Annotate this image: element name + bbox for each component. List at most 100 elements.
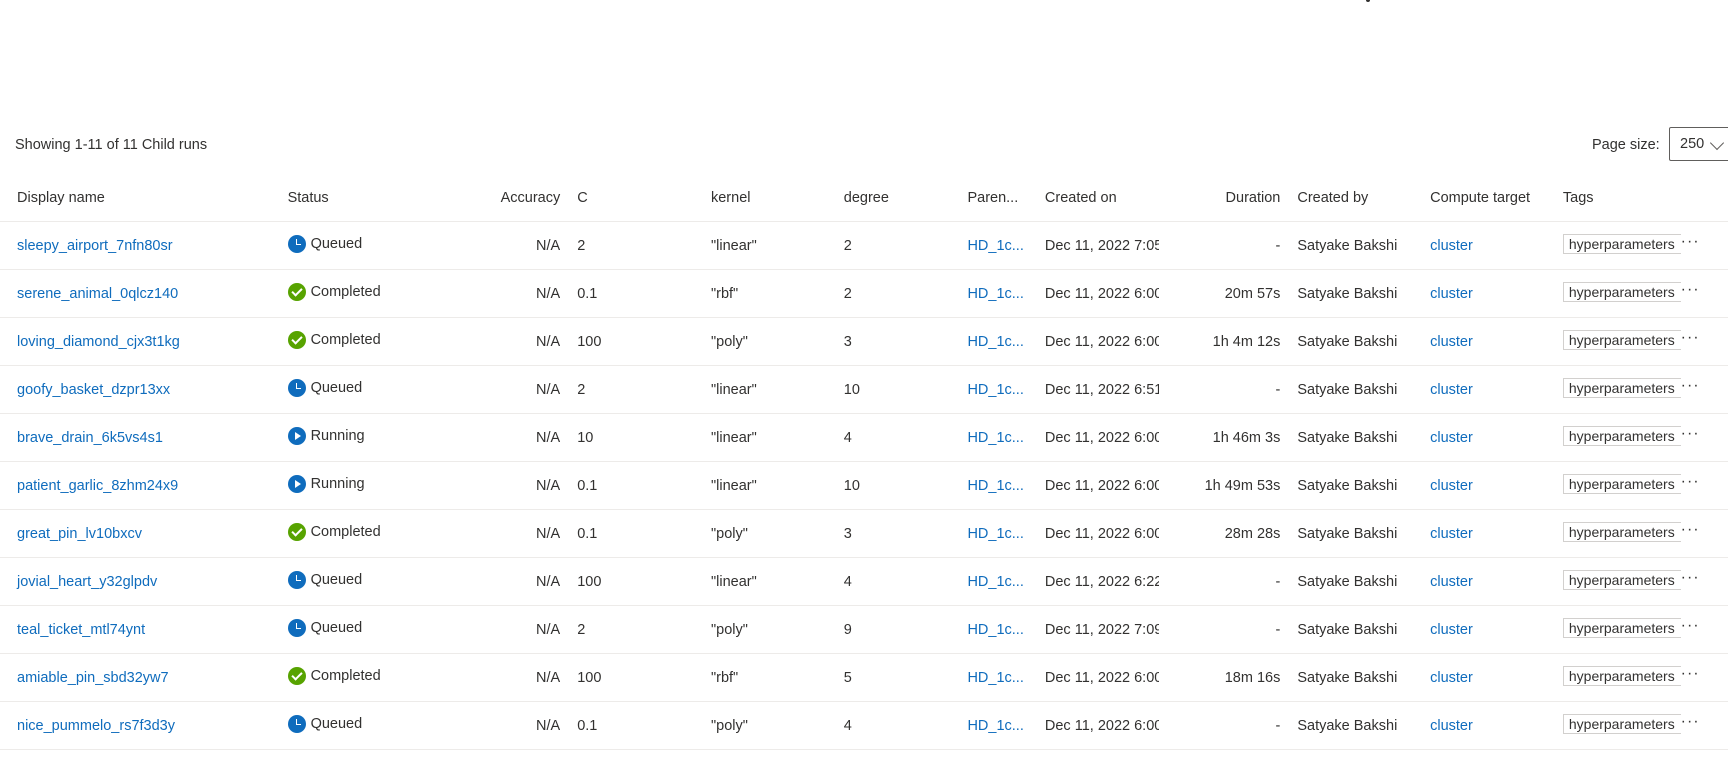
more-options-icon[interactable]: ··· — [1681, 425, 1700, 441]
compute-target-link[interactable]: cluster — [1430, 430, 1473, 446]
parent-run-link[interactable]: HD_1c... — [967, 718, 1023, 734]
parent-run-link[interactable]: HD_1c... — [967, 430, 1023, 446]
table-row[interactable]: nice_pummelo_rs7f3d3y Queued N/A 0.1 "po… — [0, 701, 1728, 750]
tag-chip[interactable]: hyperparameters — [1562, 425, 1681, 446]
tag-chip[interactable]: hyperparameters — [1562, 617, 1681, 638]
more-options-icon[interactable]: ··· — [1681, 617, 1700, 633]
run-name-link[interactable]: loving_diamond_cjx3t1kg — [17, 334, 180, 350]
run-name-link[interactable]: amiable_pin_sbd32yw7 — [17, 670, 169, 686]
compute-target-link[interactable]: cluster — [1430, 526, 1473, 542]
run-name-link[interactable]: brave_drain_6k5vs4s1 — [17, 430, 163, 446]
table-row[interactable]: amiable_pin_sbd32yw7 Completed N/A 100 "… — [0, 653, 1728, 702]
chevron-down-icon — [1709, 135, 1725, 151]
c-cell: 100 — [560, 557, 694, 606]
column-header-parent[interactable]: Paren... — [950, 175, 1028, 222]
more-options-icon[interactable]: ··· — [1681, 281, 1700, 297]
column-header-duration[interactable]: Duration — [1158, 175, 1281, 222]
run-name-link[interactable]: great_pin_lv10bxcv — [17, 526, 142, 542]
compute-target-link[interactable]: cluster — [1430, 478, 1473, 494]
status-text: Queued — [310, 715, 363, 732]
table-row[interactable]: great_pin_lv10bxcv Completed N/A 0.1 "po… — [0, 509, 1728, 558]
tag-chip[interactable]: hyperparameters — [1562, 233, 1681, 254]
c-cell: 2 — [560, 221, 694, 270]
column-header-degree[interactable]: degree — [826, 175, 951, 222]
parent-run-link[interactable]: HD_1c... — [967, 526, 1023, 542]
compute-target-link[interactable]: cluster — [1430, 238, 1473, 254]
more-options-icon[interactable]: ··· — [1681, 377, 1700, 393]
compute-target-link[interactable]: cluster — [1430, 574, 1473, 590]
run-name-link[interactable]: sleepy_airport_7nfn80sr — [17, 238, 173, 254]
compute-target-link[interactable]: cluster — [1430, 286, 1473, 302]
created-on-cell: Dec 11, 2022 6:00 PM — [1027, 269, 1159, 318]
compute-target-link[interactable]: cluster — [1430, 670, 1473, 686]
parent-run-link[interactable]: HD_1c... — [967, 622, 1023, 638]
more-options-icon[interactable]: ··· — [1681, 713, 1700, 729]
accuracy-cell: N/A — [431, 317, 561, 366]
tag-chip[interactable]: hyperparameters — [1562, 569, 1681, 590]
table-row[interactable]: jovial_heart_y32glpdv Queued N/A 100 "li… — [0, 557, 1728, 606]
created-on-cell: Dec 11, 2022 6:00 PM — [1027, 701, 1159, 750]
created-by-cell: Satyake Bakshi — [1280, 509, 1414, 558]
tag-chip[interactable]: hyperparameters — [1562, 665, 1681, 686]
table-header-row: Display name Status Accuracy C kernel de… — [0, 175, 1728, 222]
column-header-created-by[interactable]: Created by — [1280, 175, 1414, 222]
tag-chip[interactable]: hyperparameters — [1562, 377, 1681, 398]
column-header-status[interactable]: Status — [270, 175, 432, 222]
status-text: Completed — [310, 331, 381, 348]
table-row[interactable]: sleepy_airport_7nfn80sr Queued N/A 2 "li… — [0, 221, 1728, 270]
status-text: Completed — [310, 523, 381, 540]
page-size-dropdown[interactable]: 250 — [1669, 127, 1728, 161]
column-header-tags[interactable]: Tags — [1545, 175, 1681, 222]
completed-check-icon — [287, 330, 306, 349]
tag-chip[interactable]: hyperparameters — [1562, 521, 1681, 542]
created-by-cell: Satyake Bakshi — [1280, 701, 1414, 750]
table-row[interactable]: serene_animal_0qlcz140 Completed N/A 0.1… — [0, 269, 1728, 318]
run-name-link[interactable]: teal_ticket_mtl74ynt — [17, 622, 145, 638]
more-options-icon[interactable]: ··· — [1681, 569, 1700, 585]
column-header-accuracy[interactable]: Accuracy — [431, 175, 561, 222]
parent-run-link[interactable]: HD_1c... — [967, 286, 1023, 302]
column-header-kernel[interactable]: kernel — [693, 175, 827, 222]
more-options-icon[interactable]: ··· — [1681, 521, 1700, 537]
run-name-link[interactable]: nice_pummelo_rs7f3d3y — [17, 718, 175, 734]
compute-target-link[interactable]: cluster — [1430, 334, 1473, 350]
run-name-link[interactable]: jovial_heart_y32glpdv — [17, 574, 157, 590]
parent-run-link[interactable]: HD_1c... — [967, 478, 1023, 494]
c-cell: 2 — [560, 605, 694, 654]
duration-cell: 1h 49m 53s — [1158, 461, 1281, 510]
compute-target-link[interactable]: cluster — [1430, 382, 1473, 398]
parent-run-link[interactable]: HD_1c... — [967, 238, 1023, 254]
more-options-icon[interactable]: ··· — [1681, 473, 1700, 489]
compute-target-link[interactable]: cluster — [1430, 622, 1473, 638]
table-row[interactable]: teal_ticket_mtl74ynt Queued N/A 2 "poly"… — [0, 605, 1728, 654]
table-row[interactable]: goofy_basket_dzpr13xx Queued N/A 2 "line… — [0, 365, 1728, 414]
tag-chip[interactable]: hyperparameters — [1562, 713, 1681, 734]
table-row[interactable]: patient_garlic_8zhm24x9 Running N/A 0.1 … — [0, 461, 1728, 510]
created-by-cell: Satyake Bakshi — [1280, 269, 1414, 318]
column-header-created-on[interactable]: Created on — [1027, 175, 1159, 222]
run-name-link[interactable]: serene_animal_0qlcz140 — [17, 286, 178, 302]
more-options-icon[interactable]: ··· — [1681, 329, 1700, 345]
tag-chip[interactable]: hyperparameters — [1562, 473, 1681, 494]
parent-run-link[interactable]: HD_1c... — [967, 574, 1023, 590]
more-options-icon[interactable]: ··· — [1681, 665, 1700, 681]
table-row[interactable]: brave_drain_6k5vs4s1 Running N/A 10 "lin… — [0, 413, 1728, 462]
tag-chip[interactable]: hyperparameters — [1562, 281, 1681, 302]
column-header-display-name[interactable]: Display name — [0, 175, 271, 222]
parent-run-link[interactable]: HD_1c... — [967, 670, 1023, 686]
parent-run-link[interactable]: HD_1c... — [967, 382, 1023, 398]
more-options-icon[interactable]: ··· — [1681, 233, 1700, 249]
column-header-c[interactable]: C — [560, 175, 694, 222]
column-header-compute-target[interactable]: Compute target — [1413, 175, 1546, 222]
parent-run-link[interactable]: HD_1c... — [967, 334, 1023, 350]
status-cell: Queued — [287, 378, 362, 397]
tag-chip[interactable]: hyperparameters — [1562, 329, 1681, 350]
compute-target-link[interactable]: cluster — [1430, 718, 1473, 734]
accuracy-cell: N/A — [431, 365, 561, 414]
duration-cell: - — [1158, 701, 1281, 750]
status-text: Completed — [310, 667, 381, 684]
status-text: Running — [310, 427, 365, 444]
run-name-link[interactable]: goofy_basket_dzpr13xx — [17, 382, 170, 398]
table-row[interactable]: loving_diamond_cjx3t1kg Completed N/A 10… — [0, 317, 1728, 366]
run-name-link[interactable]: patient_garlic_8zhm24x9 — [17, 478, 178, 494]
